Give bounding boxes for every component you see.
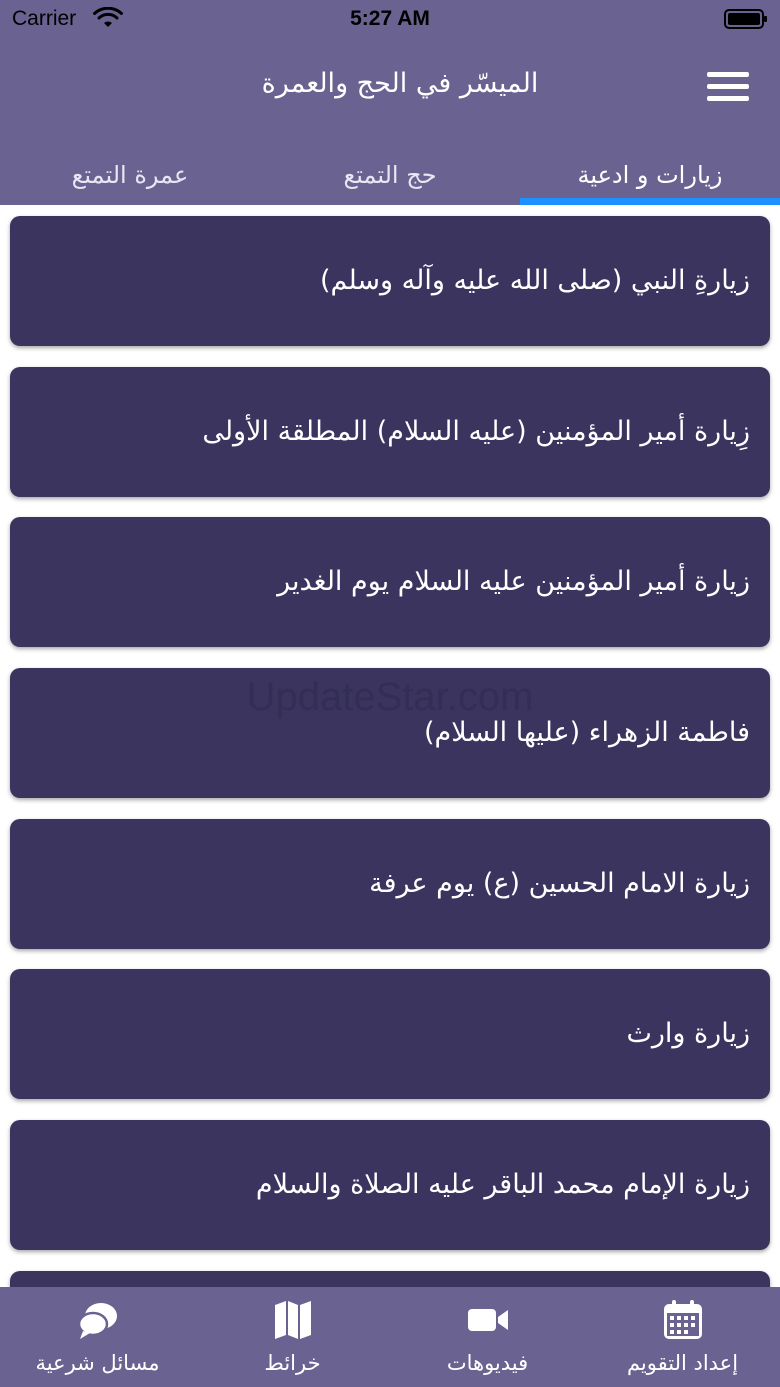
bottom-tab-bar: مسائل شرعية خرائط فيديوهات إعداد التقويم	[0, 1287, 780, 1387]
tab-hajj-tamattu[interactable]: حج التمتع	[260, 148, 520, 205]
list-item-label: فاطمة الزهراء (عليها السلام)	[424, 717, 750, 748]
list-item[interactable]: زيارةِ النبي (صلى الله عليه وآله وسلم)	[10, 216, 770, 346]
list-item[interactable]: زيارة وارث	[10, 969, 770, 1099]
chat-bubbles-icon	[77, 1303, 117, 1339]
list-item-label: زيارة وارث	[626, 1018, 750, 1049]
tab-umrah-tamattu[interactable]: عمرة التمتع	[0, 148, 260, 205]
list-item[interactable]: زيارة الامام الحسين (ع) يوم عرفة	[10, 819, 770, 949]
tabbar-item-videos[interactable]: فيديوهات	[390, 1287, 585, 1387]
list-item[interactable]: زِيارة أمير المؤمنين (عليه السلام) المطل…	[10, 367, 770, 497]
tabbar-item-calendar-setup[interactable]: إعداد التقويم	[585, 1287, 780, 1387]
tabbar-label: إعداد التقويم	[626, 1351, 739, 1375]
list-item-label: زِيارة أمير المؤمنين (عليه السلام) المطل…	[202, 416, 750, 447]
tabbar-label: مسائل شرعية	[35, 1351, 160, 1375]
list-item[interactable]: فاطمة الزهراء (عليها السلام)	[10, 668, 770, 798]
tabbar-label: فيديوهات	[446, 1351, 529, 1375]
list-item-label: زيارة الإمام محمد الباقر عليه الصلاة وال…	[255, 1169, 750, 1200]
page-title: الميسّر في الحج والعمرة	[261, 68, 539, 99]
active-tab-indicator	[520, 198, 780, 205]
hamburger-menu-icon[interactable]	[707, 70, 751, 104]
calendar-icon	[664, 1300, 702, 1339]
list-item-label: زيارةِ النبي (صلى الله عليه وآله وسلم)	[319, 265, 750, 296]
ziyarat-list[interactable]: زيارةِ النبي (صلى الله عليه وآله وسلم) ز…	[0, 205, 780, 1287]
status-bar: Carrier 5:27 AM	[0, 0, 780, 40]
battery-icon	[724, 9, 767, 29]
list-item-label: زيارة أمير المؤمنين عليه السلام يوم الغد…	[277, 566, 750, 597]
video-camera-icon	[468, 1309, 508, 1331]
tabbar-item-maps[interactable]: خرائط	[195, 1287, 390, 1387]
tab-ziyarat-duas[interactable]: زيارات و ادعية	[520, 148, 780, 205]
list-item[interactable]: زيارة أمير المؤمنين عليه السلام يوم الغد…	[10, 517, 770, 647]
list-item-partial[interactable]	[10, 1271, 770, 1287]
map-icon	[275, 1301, 311, 1339]
status-time: 5:27 AM	[350, 7, 430, 30]
tabbar-label: خرائط	[264, 1351, 321, 1375]
list-item[interactable]: زيارة الإمام محمد الباقر عليه الصلاة وال…	[10, 1120, 770, 1250]
list-item-label: زيارة الامام الحسين (ع) يوم عرفة	[369, 868, 750, 899]
tabbar-item-fiqh-questions[interactable]: مسائل شرعية	[0, 1287, 195, 1387]
tab-bar-top: عمرة التمتع حج التمتع زيارات و ادعية	[0, 148, 780, 205]
app-header: Carrier 5:27 AM الميسّر في الحج والعمرة …	[0, 0, 780, 205]
